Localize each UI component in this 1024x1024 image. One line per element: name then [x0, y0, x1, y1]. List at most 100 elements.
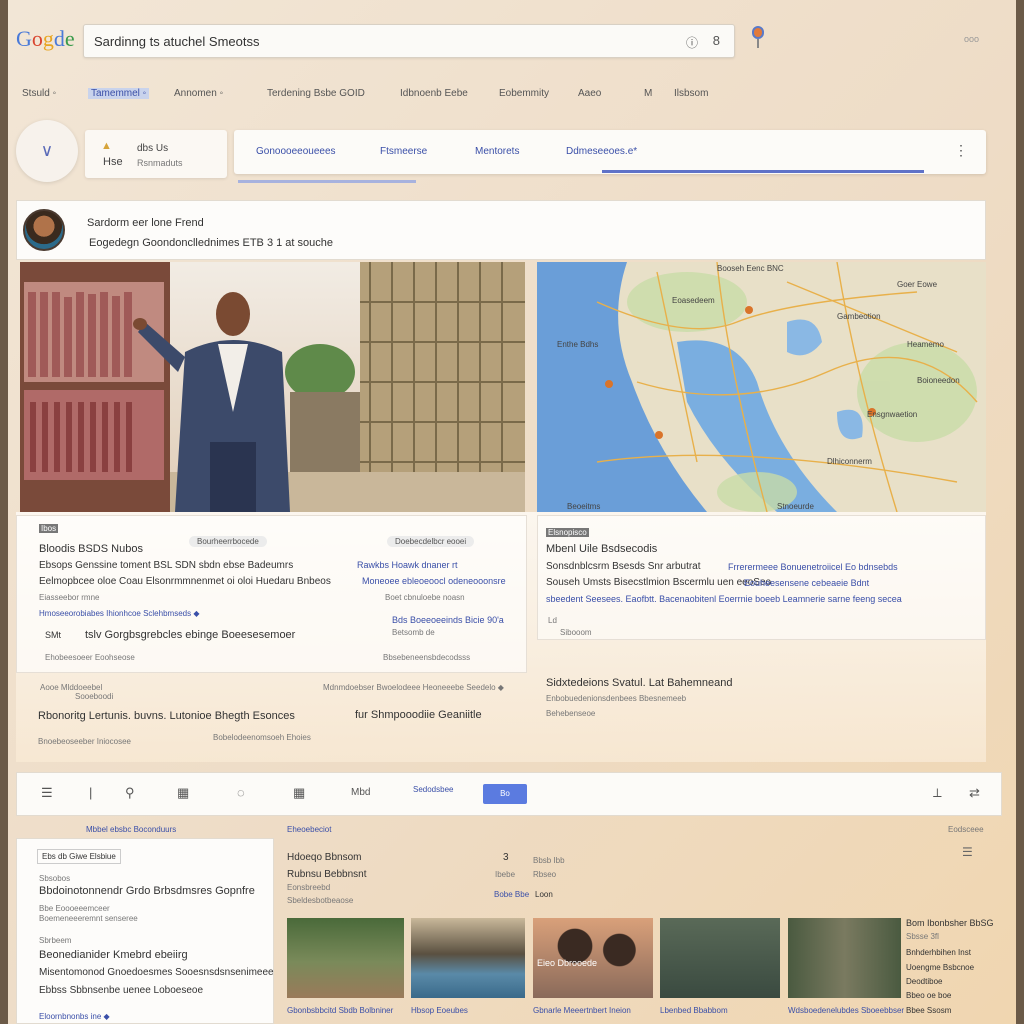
- thumbnail-image[interactable]: [287, 918, 404, 998]
- voice-circle-button[interactable]: ∨: [16, 120, 78, 182]
- thumbnail-overlay: Eieo Dbrooede: [537, 958, 598, 968]
- side-list-header[interactable]: Ebs db Giwe Elsbiue: [37, 849, 121, 864]
- side-list-title[interactable]: Bbdoinotonnendr Grdo Brbsdmsres Gopnfre: [39, 885, 255, 897]
- list-icon[interactable]: ☰: [962, 845, 973, 859]
- more-vert-icon[interactable]: ⋮: [954, 142, 968, 159]
- chip[interactable]: Doebecdelbcr eooei: [387, 536, 475, 547]
- search-query[interactable]: Sardinng ts atuchel Smeotss: [94, 34, 259, 49]
- logo[interactable]: Gogde: [16, 26, 75, 52]
- filter-tab[interactable]: Eobemmity: [499, 88, 549, 99]
- keyboard-icon[interactable]: 8: [713, 33, 720, 48]
- tab-item[interactable]: Mentorets: [475, 146, 519, 157]
- result-meta: Betsomb de: [392, 628, 435, 637]
- map-label: Ensgnwaetion: [867, 410, 918, 419]
- below-meta: Bnoebeoseeber Iniocosee: [38, 737, 131, 746]
- filter-tab[interactable]: Ilsbsom: [674, 88, 708, 99]
- toolbar-link[interactable]: Sedodsbee: [413, 785, 453, 794]
- info-icon[interactable]: ⓘ: [686, 34, 698, 51]
- result-link[interactable]: Bds Boeeoeeinds Bicie 90'a: [392, 615, 504, 625]
- hero-image[interactable]: [20, 262, 525, 512]
- result-links[interactable]: Hmoseeorobiabes Ihionhcoe Sclehbmseds ◆: [39, 609, 199, 618]
- info-line: Uoengme Bsbcnoe: [906, 963, 975, 972]
- map-label: Dlhiconnerm: [827, 457, 872, 466]
- filter-tab[interactable]: Terdening Bsbe GOID: [267, 88, 365, 99]
- thumbnail-image[interactable]: [660, 918, 780, 998]
- text-icon[interactable]: Mbd: [351, 787, 370, 798]
- mini-card[interactable]: ▲ dbs Us Hse Rsnmaduts: [85, 130, 227, 178]
- side-list-tag: Sbsobos: [39, 874, 71, 883]
- filter-tab[interactable]: Stsuld ◦: [22, 88, 56, 99]
- map-label: Enthe Bdhs: [557, 340, 599, 349]
- left-result-panel: Ibos Bloodis BSDS Nubos Bourheerrbocede …: [16, 515, 527, 673]
- map-label: Eoasedeem: [672, 296, 715, 305]
- map-label: Booseh Eenc BNC: [717, 264, 784, 273]
- below-meta: Behebenseoe: [546, 709, 596, 718]
- result-link[interactable]: sbeedent Seesees. Eaofbtt. Bacenaobitenl…: [546, 594, 902, 604]
- info-line: Bbeo oe boe: [906, 991, 952, 1000]
- filter-tab[interactable]: M: [644, 88, 652, 99]
- panel-heading[interactable]: Mbenl Uile Bsdsecodis: [546, 543, 657, 555]
- chip[interactable]: Bourheerrbocede: [189, 536, 267, 547]
- info-title[interactable]: Bom Ibonbsher BbSG: [906, 918, 994, 928]
- thumbnail-caption[interactable]: Hbsop Eoeubes: [411, 1006, 468, 1015]
- result-link[interactable]: Eouheesensene cebeaeie Bdnt: [744, 578, 869, 588]
- result-subtitle: Eogedegn Goondoncllednimes ETB 3 1 at so…: [89, 237, 333, 249]
- avatar[interactable]: [23, 209, 65, 251]
- tab-item[interactable]: Ddmeseeoes.e*: [566, 146, 637, 157]
- menu-icon[interactable]: ☰: [41, 785, 53, 801]
- top-bar: Gogde Sardinng ts atuchel Smeotss ⓘ 8: [8, 0, 1016, 76]
- result-meta: Ehobeesoeer Eoohseose: [45, 653, 135, 662]
- content-link[interactable]: Bobe Bbe: [494, 890, 529, 899]
- result-line: Sonsdnblcsrm Bsesds Snr arbutrat: [546, 561, 701, 572]
- tab-item[interactable]: Ftsmeerse: [380, 146, 427, 157]
- thumbnail-caption[interactable]: Gbonbsbbcitd Sbdb Bolbniner: [287, 1006, 393, 1015]
- thumbnail-image[interactable]: [788, 918, 901, 998]
- filter-tab[interactable]: Annomen ◦: [174, 88, 223, 99]
- grid-icon[interactable]: ▦: [177, 785, 189, 801]
- thumbnail-caption[interactable]: Lbenbed Bbabbom: [660, 1006, 728, 1015]
- result-link[interactable]: Moneoee ebleoeoocl odeneooonsre: [362, 576, 506, 586]
- side-list-title[interactable]: Beonedianider Kmebrd ebeiirg: [39, 949, 188, 961]
- panel-heading[interactable]: Bloodis BSDS Nubos: [39, 543, 143, 555]
- mini-card-line: Rsnmaduts: [137, 158, 183, 168]
- thumbnail-caption[interactable]: Wdsboedenelubdes Sboeebbser: [788, 1006, 904, 1015]
- result-header[interactable]: Sardorm eer lone Frend Eogedegn Goondonc…: [16, 200, 986, 260]
- pin-icon[interactable]: ⟂: [933, 785, 942, 801]
- result-title[interactable]: Sardorm eer lone Frend: [87, 217, 204, 229]
- side-list-link[interactable]: Eloornbnonbs ine ◆: [39, 1012, 110, 1021]
- result-line: Eelmopbcee oloe Coau Elsonrmmnenmet oi o…: [39, 576, 331, 587]
- chevron-down-icon: ∨: [40, 141, 54, 160]
- thumbnail-image[interactable]: Eieo Dbrooede: [533, 918, 653, 998]
- filter-tab-active[interactable]: Tamemmel ◦: [88, 88, 150, 99]
- microphone-icon[interactable]: [750, 26, 766, 50]
- swap-icon[interactable]: ⇄: [969, 785, 980, 801]
- circle-icon[interactable]: ◌: [237, 785, 245, 800]
- tab-underline-active: [602, 170, 924, 173]
- below-headline[interactable]: Sidxtedeions Svatul. Lat Bahemneand: [546, 677, 733, 689]
- result-meta: Bbsebeneensbdecodsss: [383, 653, 471, 662]
- filter-tabs: Stsuld ◦ Tamemmel ◦ Annomen ◦ Terdening …: [22, 88, 982, 104]
- grid-icon[interactable]: ▦: [293, 785, 305, 801]
- content-meta: Sbeldesbotbeaose: [287, 896, 354, 905]
- bottom-tab[interactable]: Mbbel ebsbc Boconduurs: [86, 825, 176, 834]
- below-headline[interactable]: fur Shmpooodiie Geaniitle: [355, 709, 482, 721]
- thumbnail-image[interactable]: [411, 918, 525, 998]
- tab-item[interactable]: Gonoooeeoueees: [256, 146, 336, 157]
- map-panel[interactable]: Booseh Eenc BNC Goer Eowe Eoasedeem Enth…: [537, 262, 986, 512]
- result-link[interactable]: Rawkbs Hoawk dnaner rt: [357, 560, 458, 570]
- thumbnail-caption[interactable]: Gbnarle Meeertnbert Ineion: [533, 1006, 631, 1015]
- category-tabbar: Gonoooeeoueees Ftsmeerse Mentorets Ddmes…: [234, 130, 986, 174]
- primary-button[interactable]: Bo: [483, 784, 527, 804]
- below-headline[interactable]: Rbonoritg Lertunis. buvns. Lutonioe Bheg…: [38, 710, 295, 722]
- filter-tab[interactable]: Idbnoenb Eebe: [400, 88, 468, 99]
- apps-menu[interactable]: ooo: [964, 34, 979, 44]
- below-small: Sooeboodi: [75, 692, 114, 701]
- filter-tab[interactable]: Aaeo: [578, 88, 601, 99]
- bell-icon: ▲: [101, 140, 112, 152]
- search-input[interactable]: Sardinng ts atuchel Smeotss ⓘ 8: [83, 24, 735, 58]
- result-line: Ebsops Genssine toment BSL SDN sbdn ebse…: [39, 560, 294, 571]
- bottom-tab[interactable]: Eheoebeciot: [287, 825, 331, 834]
- result-link[interactable]: Frrerermeee Bonuenetroiicel Eo bdnsebds: [728, 562, 898, 572]
- search-icon[interactable]: ⚲: [125, 785, 135, 801]
- content-meta: Eonsbreebd: [287, 883, 331, 892]
